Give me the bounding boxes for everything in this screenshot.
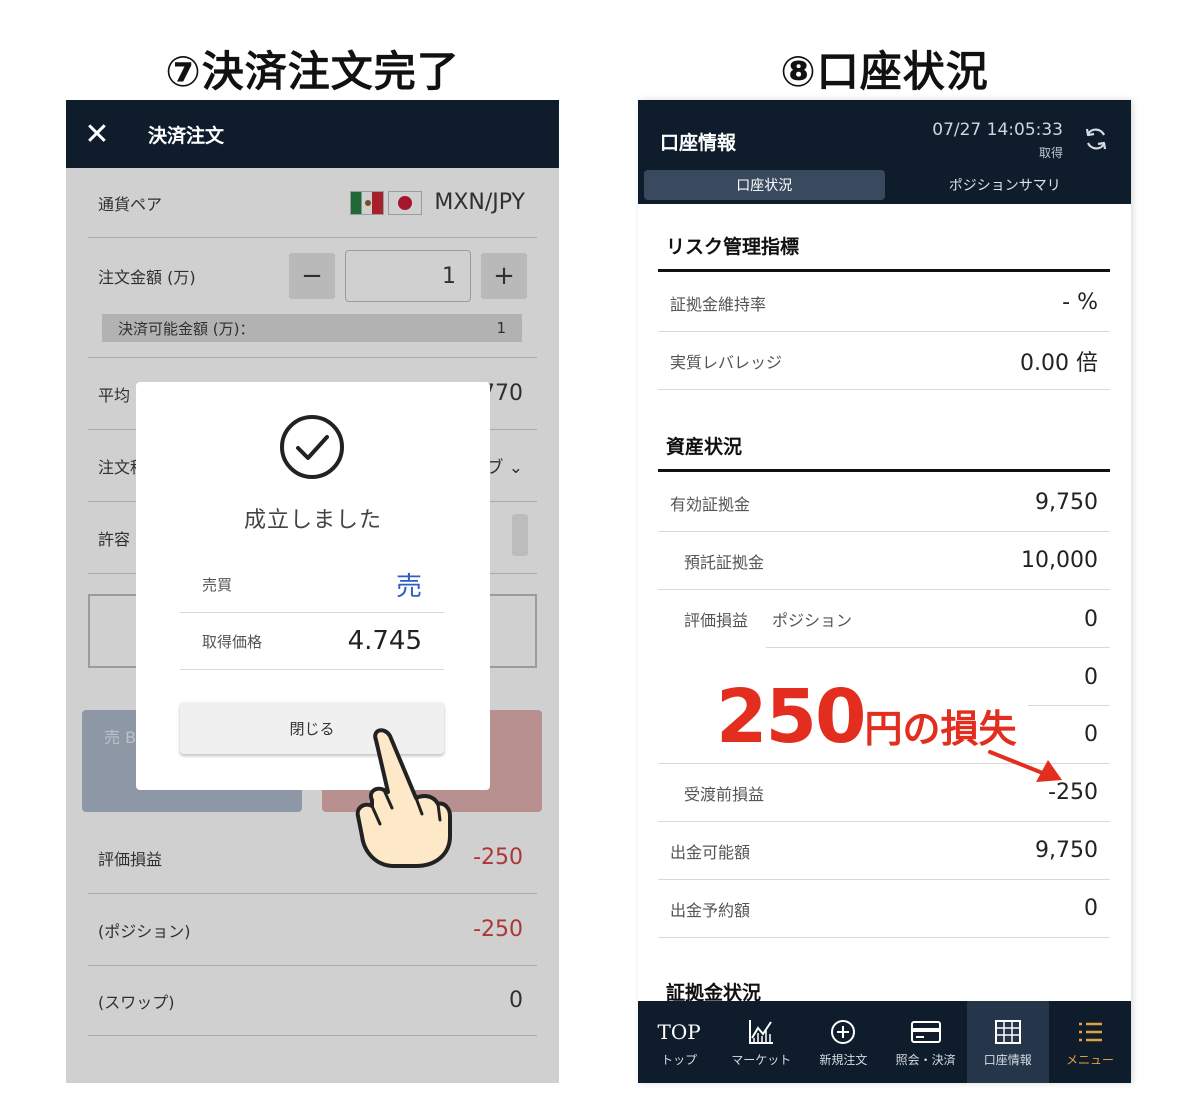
effective-margin-row: 有効証拠金 9,750 <box>658 474 1110 532</box>
header: ✕ 決済注文 <box>66 100 559 168</box>
acquired-datetime: 07/27 14:05:33 <box>932 120 1063 140</box>
margin-maintenance-value: - % <box>1062 290 1098 315</box>
refresh-icon[interactable] <box>1083 126 1109 152</box>
withdraw-reserved-value: 0 <box>1084 896 1098 921</box>
plus-circle-icon <box>829 1017 857 1047</box>
trade-side-row: 売買 売 <box>180 556 444 613</box>
assets-section-title: 資産状況 <box>658 432 1110 472</box>
effective-margin-value: 9,750 <box>1035 490 1098 515</box>
grid-icon <box>994 1017 1022 1047</box>
valuation-label: 評価損益 <box>684 611 749 630</box>
header: 口座情報 07/27 14:05:33 取得 口座状況 ポジションサマリ <box>638 100 1131 204</box>
valuation-sub-label: ポジション <box>772 611 853 630</box>
withdrawable-value: 9,750 <box>1035 838 1098 863</box>
nav-top[interactable]: TOP トップ <box>638 1001 720 1083</box>
loss-annotation: 250円の損失 <box>716 674 1016 760</box>
withdrawable-label: 出金可能額 <box>670 842 751 862</box>
deposit-margin-value: 10,000 <box>1021 548 1098 573</box>
margin-maintenance-label: 証拠金維持率 <box>670 294 767 314</box>
tab-position-summary[interactable]: ポジションサマリ <box>885 170 1126 200</box>
effective-leverage-label: 実質レバレッジ <box>670 352 783 372</box>
deposit-margin-label: 預託証拠金 <box>684 552 765 572</box>
nav-new-order-label: 新規注文 <box>819 1052 868 1067</box>
valuation-swap-value: 0 <box>1084 664 1098 690</box>
valuation-value: 0 <box>1084 606 1098 632</box>
effective-leverage-row: 実質レバレッジ 0.00 倍 <box>658 332 1110 390</box>
margin-maintenance-row: 証拠金維持率 - % <box>658 274 1110 332</box>
trade-side-value: 売 <box>395 571 422 602</box>
effective-margin-label: 有効証拠金 <box>670 494 751 514</box>
pre-settlement-pnl-label: 受渡前損益 <box>684 784 765 804</box>
nav-menu[interactable]: メニュー <box>1049 1001 1131 1083</box>
bottom-navigation: TOP トップ マーケット 新規注文 照会・決済 口座情報 メニュー <box>638 1001 1131 1083</box>
withdraw-reserved-row: 出金予約額 0 <box>658 880 1110 938</box>
acquired-label: 取得 <box>1038 146 1063 160</box>
acquired-price-row: 取得価格 4.745 <box>180 613 444 670</box>
withdraw-reserved-label: 出金予約額 <box>670 900 751 920</box>
nav-menu-label: メニュー <box>1065 1052 1114 1067</box>
withdrawable-row: 出金可能額 9,750 <box>658 822 1110 880</box>
arrow-icon <box>988 750 1062 782</box>
close-icon[interactable]: ✕ <box>66 117 128 152</box>
nav-top-label: トップ <box>661 1052 698 1067</box>
card-icon <box>910 1017 942 1047</box>
valuation-row: 評価損益 ポジション 0 <box>658 590 1110 648</box>
trade-side-label: 売買 <box>202 575 233 594</box>
pointing-hand-icon <box>355 728 452 868</box>
screen-title: 決済注文 <box>148 124 225 147</box>
deposit-margin-row: 預託証拠金 10,000 <box>658 532 1110 590</box>
caption-account-status: ⑧口座状況 <box>780 47 989 96</box>
account-info-screen: 口座情報 07/27 14:05:33 取得 口座状況 ポジションサマリ リスク… <box>638 100 1131 1083</box>
top-icon: TOP <box>657 1019 701 1044</box>
nav-account-info-label: 口座情報 <box>983 1052 1032 1067</box>
acquired-price-label: 取得価格 <box>202 632 263 651</box>
chart-icon <box>747 1017 775 1047</box>
acquired-price-value: 4.745 <box>347 626 422 656</box>
check-circle-icon <box>280 415 344 479</box>
screen-title: 口座情報 <box>660 132 737 154</box>
loss-text: 円の損失 <box>864 707 1017 751</box>
valuation-other-value: 0 <box>1084 722 1098 747</box>
caption-settlement-complete: ⑦決済注文完了 <box>165 47 460 96</box>
tab-account-status[interactable]: 口座状況 <box>644 170 885 200</box>
nav-market-label: マーケット <box>731 1052 792 1067</box>
nav-market[interactable]: マーケット <box>720 1001 802 1083</box>
nav-account-info[interactable]: 口座情報 <box>966 1001 1049 1083</box>
nav-inquiry[interactable]: 照会・決済 <box>885 1001 967 1083</box>
tab-bar: 口座状況 ポジションサマリ <box>644 170 1125 200</box>
settlement-order-screen: ✕ 決済注文 通貨ペア MXN/JPY 注文金額 (万) − 1 + 決済可能金… <box>66 100 559 1083</box>
loss-amount: 250 <box>716 674 866 760</box>
nav-new-order[interactable]: 新規注文 <box>802 1001 884 1083</box>
nav-inquiry-label: 照会・決済 <box>895 1052 956 1067</box>
modal-title: 成立しました <box>243 508 382 533</box>
risk-section-title: リスク管理指標 <box>658 232 1110 272</box>
menu-icon <box>1076 1017 1104 1047</box>
effective-leverage-value: 0.00 倍 <box>1020 350 1098 376</box>
